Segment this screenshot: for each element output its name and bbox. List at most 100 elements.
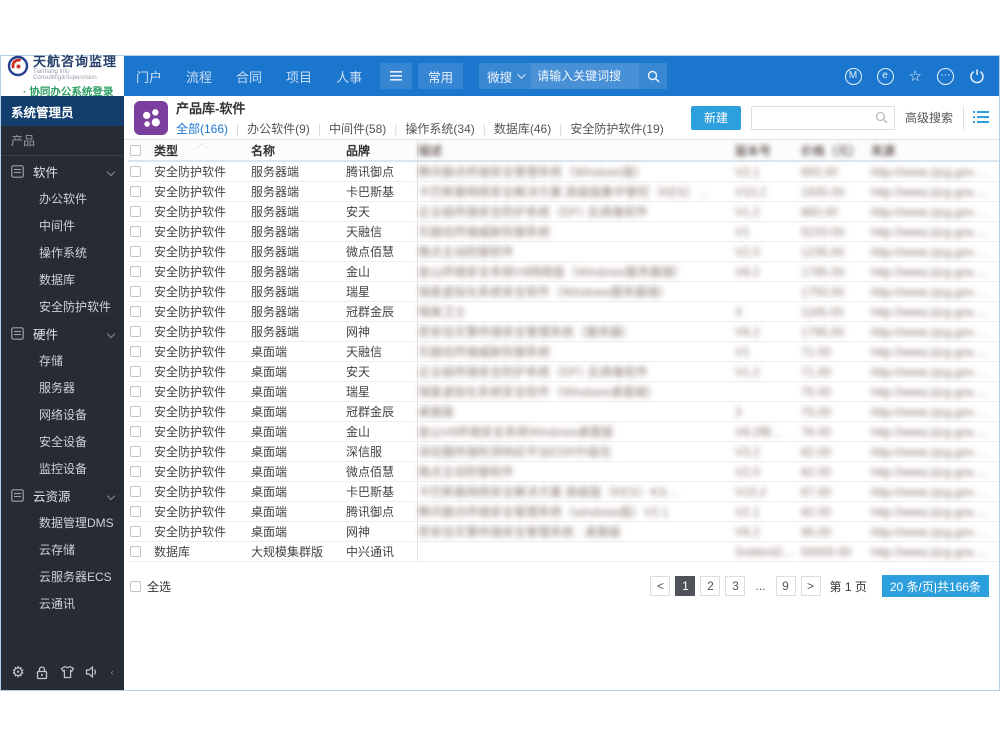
cell-name: 服务器端 [251,205,300,219]
collapse-sidebar-icon[interactable]: ‹ [111,667,114,677]
header-checkbox[interactable] [130,144,141,156]
sidebar-item-服务器[interactable]: 服务器 [1,374,124,401]
chevron-down-icon [106,329,116,338]
sidebar-item-数据库[interactable]: 数据库 [1,266,124,293]
sidebar-item-操作系统[interactable]: 操作系统 [1,239,124,266]
sidebar-group-硬件[interactable]: 硬件 [1,320,124,347]
table-search-icon[interactable] [870,111,894,124]
gear-icon[interactable]: ⚙ [11,663,24,681]
row-checkbox[interactable] [130,286,141,297]
cell-price: 76.00 [801,424,832,439]
search-input[interactable] [531,63,640,89]
sidebar-menu: 软件 办公软件 中间件 操作系统 数据库 安全防护软件 硬件 存储 服务器 网络设备 安全设备 监控设… [1,158,124,617]
message-icon[interactable]: e [876,67,894,85]
cell-version: V1.2 [735,204,760,219]
cell-brand: 腾讯御点 [346,162,418,181]
cell-name: 桌面端 [251,485,288,499]
cell-type: 安全防护软件 [154,325,227,339]
select-all-checkbox[interactable] [130,580,141,592]
sidebar-group-软件[interactable]: 软件 [1,158,124,185]
sidebar-item-存储[interactable]: 存储 [1,347,124,374]
sidebar-item-安全设备[interactable]: 安全设备 [1,428,124,455]
sidebar-item-云服务器ECS[interactable]: 云服务器ECS [1,563,124,590]
tab-操作系统[interactable]: 操作系统(34) [405,120,474,137]
row-checkbox-cell [128,446,154,457]
cell-type: 安全防护软件 [154,225,227,239]
more-icon[interactable]: ⋯ [937,67,954,85]
advanced-search-button[interactable]: 高级搜索 [893,105,963,130]
tab-中间件[interactable]: 中间件(58) [329,120,386,137]
cell-price: 1165.00 [801,304,844,319]
nav-item-1[interactable]: 门户 [136,67,162,86]
tab-数据库[interactable]: 数据库(46) [494,120,551,137]
cell-source: http://www.zjcg.gov.cn/djcg/ [871,184,999,199]
sidebar-item-中间件[interactable]: 中间件 [1,212,124,239]
row-checkbox[interactable] [130,366,141,377]
row-checkbox[interactable] [130,346,141,357]
table-row: 数据库 大规模集群版 中兴通讯 GoldenData s…50000.00 http:/… [128,542,999,562]
row-checkbox[interactable] [130,226,141,237]
sidebar-item-监控设备[interactable]: 监控设备 [1,455,124,482]
search-scope-dropdown[interactable]: 微搜 [479,63,532,89]
page-next-button[interactable]: > [800,576,821,596]
column-header-4: 描述 [418,143,443,158]
cell-desc: 腾讯御点终端安全管理系统（Windows版） [418,165,647,179]
theme-icon[interactable] [60,665,75,679]
nav-item-4[interactable]: 项目 [286,67,312,86]
row-checkbox[interactable] [130,326,141,337]
row-checkbox[interactable] [130,206,141,217]
favorite-icon[interactable]: ☆ [909,67,922,85]
nav-item-favorites[interactable]: 常用 [418,63,464,89]
page-prev-button[interactable]: < [650,576,671,596]
nav-item-5[interactable]: 人事 [336,67,362,86]
page-size-info-badge[interactable]: 20 条/页|共166条 [881,575,989,597]
sidebar-item-安全防护软件[interactable]: 安全防护软件 [1,293,124,320]
chevron-down-icon [106,167,116,176]
new-button[interactable]: 新建 [690,105,741,130]
row-checkbox[interactable] [130,466,141,477]
row-checkbox[interactable] [130,546,141,557]
row-checkbox[interactable] [130,486,141,497]
power-icon[interactable] [969,68,985,84]
m-badge-icon[interactable]: M [844,67,862,85]
sidebar-item-网络设备[interactable]: 网络设备 [1,401,124,428]
sidebar-item-云通讯[interactable]: 云通讯 [1,590,124,617]
page-button-2[interactable]: 2 [700,576,721,596]
table-row: 安全防护软件 桌面端 安天 企业级终端安全防护系统（EP）·反病毒软件 V1.2 71.0… [128,362,999,382]
row-checkbox[interactable] [130,266,141,277]
row-checkbox[interactable] [130,446,141,457]
tab-安全防护软件[interactable]: 安全防护软件(19) [570,120,663,137]
row-checkbox[interactable] [130,386,141,397]
sound-icon[interactable] [85,665,100,679]
row-checkbox[interactable] [130,426,141,437]
row-checkbox[interactable] [130,406,141,417]
cell-version: V6.2 [735,524,760,539]
lock-icon[interactable] [35,665,49,680]
row-checkbox[interactable] [130,246,141,257]
sidebar-item-云存储[interactable]: 云存储 [1,536,124,563]
tab-办公软件[interactable]: 办公软件(9) [247,120,310,137]
hamburger-menu-button[interactable] [380,63,413,89]
list-view-icon[interactable] [973,111,989,124]
page-button-1[interactable]: 1 [675,576,696,596]
sidebar-item-办公软件[interactable]: 办公软件 [1,185,124,212]
page-button-9[interactable]: 9 [775,576,796,596]
cell-desc: 奇安信天擎终端安全管理系统（服务器） [418,325,635,339]
page-button-3[interactable]: 3 [725,576,746,596]
tab-全部[interactable]: 全部(166) [176,120,228,137]
row-checkbox[interactable] [130,506,141,517]
nav-item-2[interactable]: 流程 [186,67,212,86]
cell-source: http://www.zjcg.gov.cn/djcg/ [871,484,999,499]
row-checkbox[interactable] [130,306,141,317]
sidebar-item-数据管理DMS[interactable]: 数据管理DMS [1,509,124,536]
search-button[interactable] [639,63,668,89]
table-search-input[interactable] [751,106,870,129]
cell-source: http://www.zjcg.gov.cn/djcg/ [871,244,999,259]
sidebar-group-云资源[interactable]: 云资源 [1,482,124,509]
nav-item-3[interactable]: 合同 [236,67,262,86]
cell-type: 安全防护软件 [154,205,227,219]
row-checkbox[interactable] [130,526,141,537]
table-row: 安全防护软件 服务器端 冠群金辰 隔离卫士 3 1165.00 http://www.zjc… [128,302,999,322]
row-checkbox[interactable] [130,186,141,197]
row-checkbox[interactable] [130,166,141,177]
